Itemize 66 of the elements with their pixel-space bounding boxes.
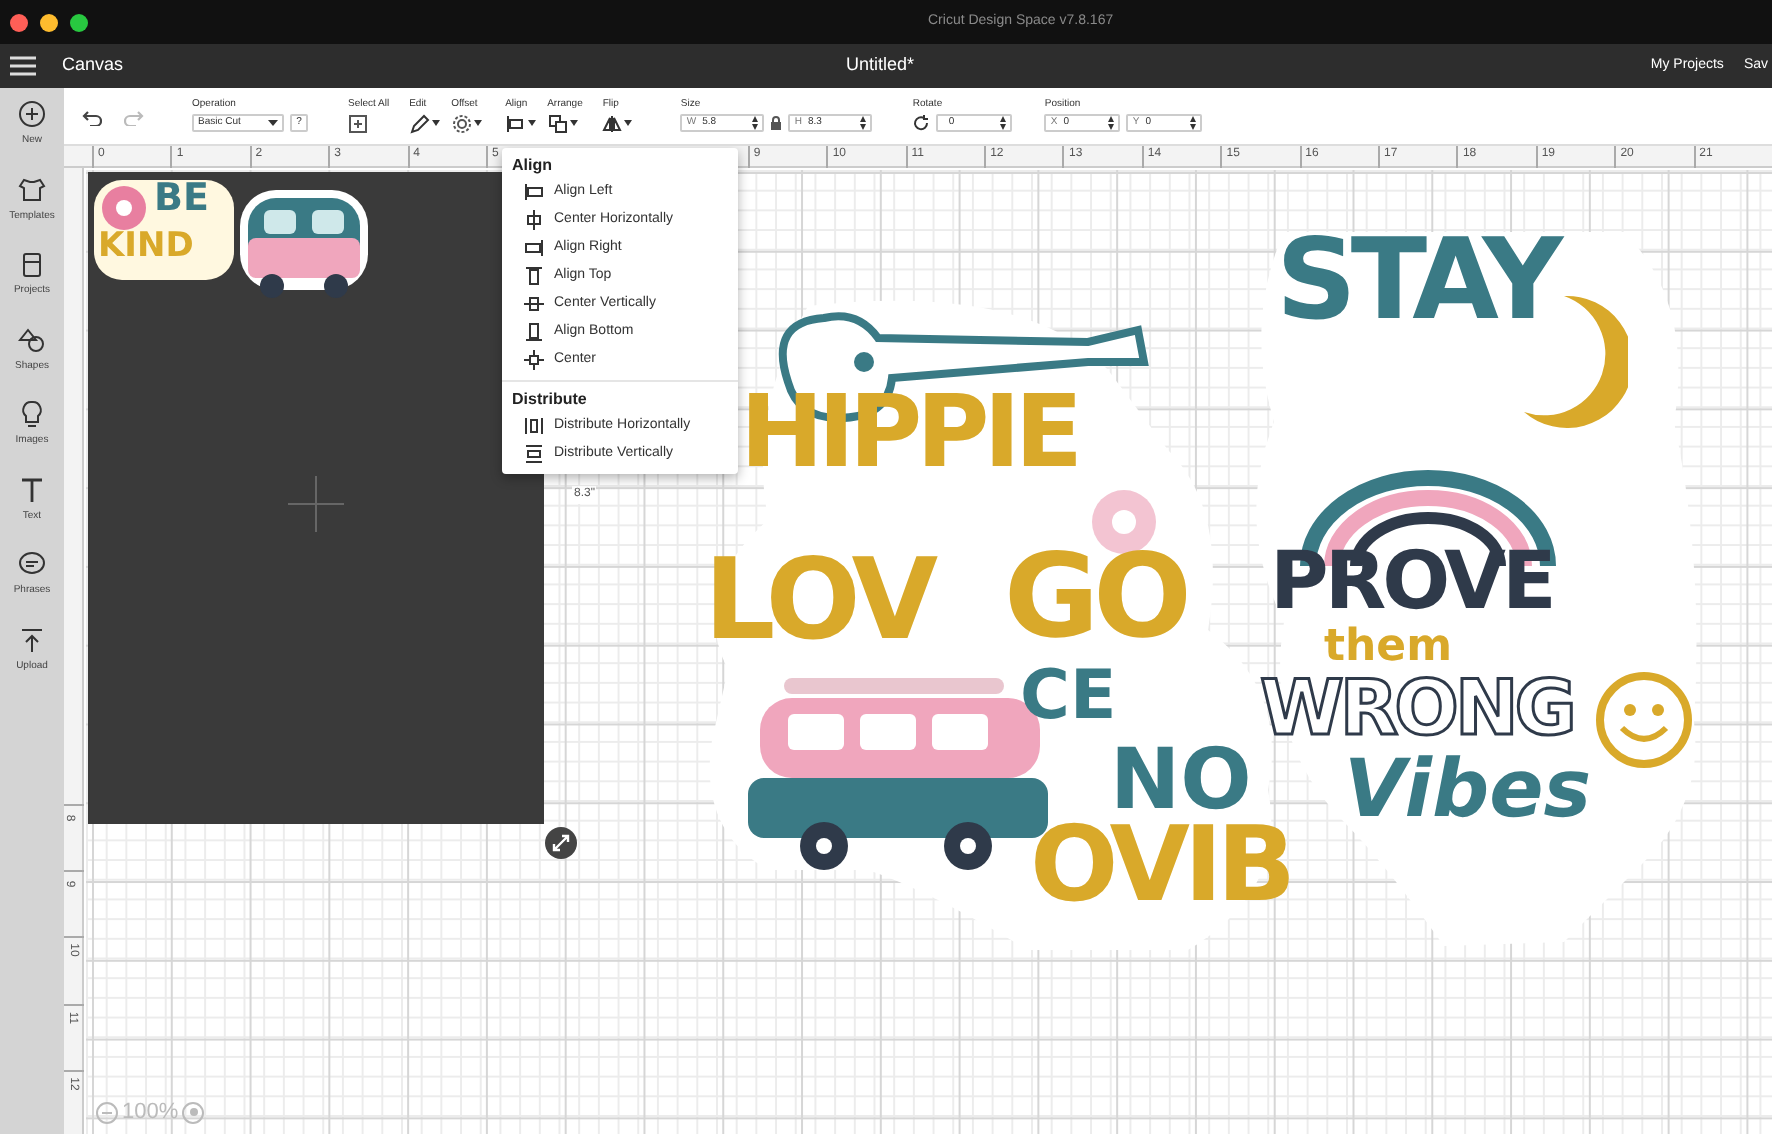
center-icon — [524, 350, 544, 370]
zoom-level: 100% — [122, 1098, 179, 1128]
design-text: CE — [1020, 662, 1117, 730]
document-title: Untitled* — [846, 52, 915, 79]
add-icon — [18, 100, 46, 128]
upload-icon — [17, 625, 46, 653]
align-button[interactable] — [505, 113, 536, 133]
section-title: Canvas — [62, 52, 124, 79]
offset-button[interactable] — [451, 113, 482, 133]
dist-h-icon — [524, 416, 544, 436]
center-h-icon — [524, 210, 544, 230]
menu-heading: Align — [510, 154, 554, 178]
text-icon — [18, 475, 46, 503]
select-all-icon — [348, 113, 368, 133]
crosshair-icon — [288, 476, 344, 532]
stepper-icon — [1108, 116, 1115, 130]
offset-icon — [451, 113, 472, 133]
folder-icon — [18, 250, 46, 278]
minimize-window-icon[interactable] — [40, 13, 58, 31]
stepper-icon — [860, 116, 867, 130]
flip-button[interactable] — [602, 113, 633, 133]
flip-icon — [602, 113, 623, 133]
select-all-button[interactable] — [348, 113, 368, 133]
close-window-icon[interactable] — [10, 13, 28, 31]
maximize-window-icon[interactable] — [70, 13, 88, 31]
design-text: STAY — [1276, 226, 1558, 338]
center-v-icon — [524, 294, 544, 314]
align-top-icon — [524, 266, 544, 286]
design-text: Vibes — [1344, 750, 1592, 830]
design-text: them — [1324, 626, 1453, 670]
caret-icon — [569, 120, 578, 126]
arrange-icon — [547, 113, 568, 133]
undo-icon[interactable] — [82, 107, 102, 125]
dist-v-icon — [524, 444, 544, 464]
sticker-text: KIND — [98, 226, 194, 266]
design-text: LOV — [704, 546, 933, 658]
menu-heading: Distribute — [510, 388, 589, 412]
design-text: PROVE — [1270, 542, 1553, 622]
lightbulb-icon — [18, 400, 46, 428]
shirt-icon — [17, 175, 46, 203]
design-text: WRONG — [1260, 670, 1573, 746]
caret-icon — [527, 120, 536, 126]
speech-bubble-icon — [18, 550, 46, 578]
caret-icon — [473, 120, 482, 126]
stepper-icon — [752, 116, 759, 130]
caret-icon — [268, 120, 278, 126]
edit-button[interactable] — [409, 113, 440, 133]
stepper-icon — [1000, 116, 1007, 130]
lock-icon[interactable] — [770, 116, 783, 130]
pencil-icon — [409, 113, 430, 133]
flower-icon — [98, 184, 150, 232]
design-text: GO — [1004, 538, 1186, 654]
align-right-icon — [524, 238, 544, 258]
stepper-icon — [1190, 116, 1197, 130]
menu-icon[interactable] — [10, 56, 36, 76]
caret-icon — [431, 120, 440, 126]
align-icon — [505, 113, 526, 133]
align-bottom-icon — [524, 322, 544, 342]
caret-icon — [624, 120, 633, 126]
align-left-icon — [524, 182, 544, 202]
sticker-text: BE — [154, 178, 209, 218]
rotate-icon[interactable] — [912, 114, 931, 132]
shapes-icon — [18, 325, 46, 353]
design-text: HIPPIE — [740, 382, 1077, 482]
resize-handle-icon[interactable] — [544, 826, 578, 860]
arrange-button[interactable] — [547, 113, 578, 133]
